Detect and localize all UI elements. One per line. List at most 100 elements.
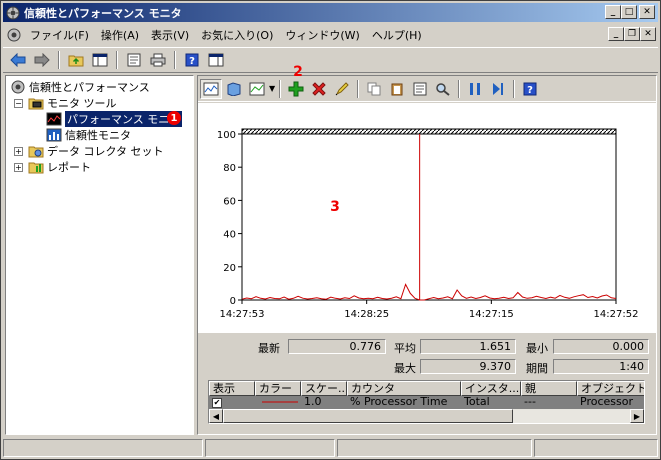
forward-button[interactable]	[31, 50, 53, 70]
update-data-button[interactable]	[487, 79, 509, 99]
mdi-close-button[interactable]: ✕	[640, 27, 656, 41]
folder-monitor-icon	[28, 98, 44, 110]
menu-help[interactable]: ヘルプ(H)	[366, 27, 428, 43]
x-tick-label: 14:28:25	[344, 309, 389, 320]
back-button[interactable]	[7, 50, 29, 70]
scroll-left-icon[interactable]: ◀	[209, 409, 223, 423]
perfmon-help-button[interactable]: ?	[519, 79, 541, 99]
tree-node-monitor-tools[interactable]: モニタ ツール	[28, 95, 117, 111]
help-book-icon: ?	[185, 53, 199, 67]
latest-value: 0.776	[288, 339, 386, 354]
mdi-restore-button[interactable]: ❐	[624, 27, 640, 41]
table-row[interactable]: ✔ 1.0 % Processor Time Total --- Process…	[209, 396, 644, 409]
tree-node-root[interactable]: 信頼性とパフォーマンス	[10, 79, 150, 95]
mmc-system-icon[interactable]	[6, 27, 22, 43]
horizontal-scrollbar[interactable]: ◀ ▶	[209, 409, 644, 423]
add-counter-button[interactable]	[285, 79, 307, 99]
latest-label: 最新	[258, 342, 280, 355]
menu-file[interactable]: ファイル(F)	[24, 27, 95, 43]
expander-expand-data-collector-sets[interactable]: +	[14, 147, 23, 156]
menu-favorites[interactable]: お気に入り(O)	[195, 27, 279, 43]
show-checkbox[interactable]: ✔	[212, 398, 222, 408]
window-title: 信頼性とパフォーマンス モニタ	[24, 6, 182, 20]
show-hide-action-pane-button[interactable]	[205, 50, 227, 70]
freeze-display-button[interactable]	[464, 79, 486, 99]
duration-value: 1:40	[553, 359, 649, 374]
show-checkbox-cell[interactable]: ✔	[209, 396, 255, 409]
tree-node-reliability-monitor[interactable]: 信頼性モニタ	[46, 127, 131, 143]
copy-properties-button[interactable]	[363, 79, 385, 99]
menu-action[interactable]: 操作(A)	[95, 27, 145, 43]
data-collector-folder-icon	[28, 146, 44, 158]
y-tick-label: 0	[230, 296, 236, 307]
help-button[interactable]: ?	[181, 50, 203, 70]
properties-button[interactable]	[123, 50, 145, 70]
line-graph-icon	[203, 82, 219, 95]
col-color[interactable]: カラー	[255, 381, 301, 396]
show-hide-tree-button[interactable]	[89, 50, 111, 70]
properties-sheet-icon	[413, 82, 427, 95]
title-bar[interactable]: 信頼性とパフォーマンス モニタ _ □ ✕	[3, 3, 658, 22]
col-counter[interactable]: カウンタ	[347, 381, 461, 396]
col-show[interactable]: 表示	[209, 381, 255, 396]
tree-node-performance-monitor[interactable]: パフォーマンス モニタ	[46, 111, 183, 127]
perfmon-gear-icon	[11, 80, 25, 94]
tree-node-data-collector-sets[interactable]: データ コレクタ セット	[28, 143, 164, 159]
col-object[interactable]: オブジェクト	[577, 381, 644, 396]
change-graph-type-button[interactable]	[246, 79, 268, 99]
print-button[interactable]	[147, 50, 169, 70]
tree-label-monitor-tools: モニタ ツール	[47, 97, 117, 110]
toolbar-separator	[357, 79, 360, 98]
properties-icon	[127, 53, 141, 67]
paste-counter-list-button[interactable]	[386, 79, 408, 99]
col-parent[interactable]: 親	[521, 381, 577, 396]
main-toolbar: ?	[3, 47, 658, 73]
red-x-icon	[312, 81, 326, 96]
graph-type-dropdown-arrow-icon[interactable]: ▼	[269, 84, 275, 93]
mdi-minimize-button[interactable]: _	[608, 27, 624, 41]
min-value: 0.000	[553, 339, 649, 354]
chart-area[interactable]: 100 80 60 40 20 0 14:27:53 14:28:25 14:27:15 14:…	[198, 103, 656, 333]
callout-badge-1: 1	[167, 111, 181, 125]
col-instance[interactable]: インスタ...	[461, 381, 521, 396]
maximize-button[interactable]: □	[621, 5, 637, 19]
delete-counter-button[interactable]	[308, 79, 330, 99]
menu-window[interactable]: ウィンドウ(W)	[279, 27, 365, 43]
action-pane-icon	[208, 53, 224, 67]
counter-properties-button[interactable]	[409, 79, 431, 99]
col-scale[interactable]: スケー...	[301, 381, 347, 396]
main-window: 信頼性とパフォーマンス モニタ _ □ ✕ ファイル(F) 操作(A) 表示(V…	[0, 0, 661, 460]
counter-cell: % Processor Time	[350, 396, 448, 408]
view-log-data-button[interactable]	[223, 79, 245, 99]
x-tick-label: 14:27:52	[594, 309, 639, 320]
counter-legend-table[interactable]: 表示 カラー スケー... カウンタ インスタ... 親 オブジェクト ✔ 1.…	[208, 380, 645, 424]
close-button[interactable]: ✕	[639, 5, 655, 19]
tree-node-reports[interactable]: レポート	[28, 159, 91, 175]
status-bar	[3, 439, 658, 457]
console-tree[interactable]: 信頼性とパフォーマンス − モニタ ツール パフォーマンス モニタ 信頼性モニタ…	[5, 75, 194, 435]
perfmon-app-icon	[6, 6, 20, 19]
expander-collapse-monitor-tools[interactable]: −	[14, 99, 23, 108]
performance-chart[interactable]: 100806040200 14:27:53 14:28:25 14:27:15 14:…	[198, 103, 656, 333]
zoom-button[interactable]	[432, 79, 454, 99]
minimize-button[interactable]: _	[605, 5, 621, 19]
tree-label-performance-monitor: パフォーマンス モニタ	[65, 111, 183, 127]
help-book-icon: ?	[523, 82, 537, 96]
back-arrow-icon	[10, 53, 26, 67]
highlight-button[interactable]	[331, 79, 353, 99]
scrollbar-thumb[interactable]	[223, 409, 513, 423]
x-tick-label: 14:27:15	[469, 309, 514, 320]
expander-expand-reports[interactable]: +	[14, 163, 23, 172]
tree-label-data-collector-sets: データ コレクタ セット	[47, 145, 164, 158]
tree-label-reliability-monitor: 信頼性モニタ	[65, 129, 131, 142]
scale-cell: 1.0	[304, 396, 322, 408]
green-plus-icon	[288, 81, 304, 96]
statistics-panel: 最新 0.776 平均 1.651 最小 0.000 最大 9.370 期間 1…	[198, 334, 656, 378]
up-folder-button[interactable]	[65, 50, 87, 70]
menu-view[interactable]: 表示(V)	[145, 27, 195, 43]
scroll-right-icon[interactable]: ▶	[630, 409, 644, 423]
average-label: 平均	[394, 342, 416, 355]
view-current-activity-button[interactable]	[200, 78, 222, 99]
toolbar-separator	[58, 51, 60, 69]
magnifier-icon	[436, 82, 450, 96]
